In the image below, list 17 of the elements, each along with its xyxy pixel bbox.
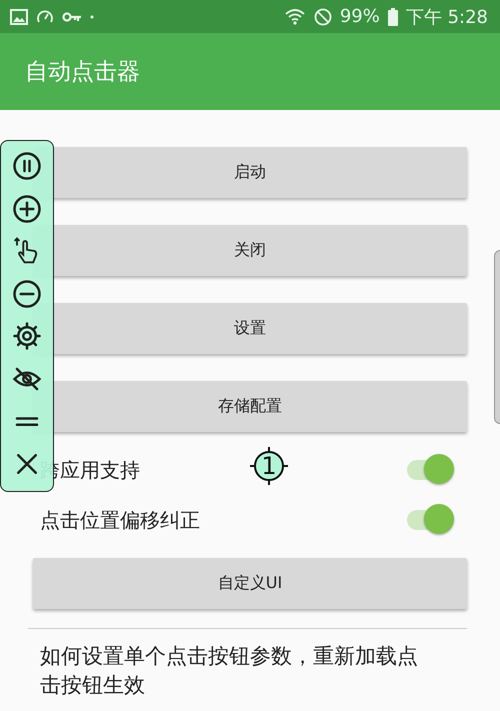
settings-icon[interactable]	[12, 321, 42, 352]
key-icon	[62, 10, 82, 22]
image-icon	[10, 8, 28, 24]
wifi-icon	[284, 8, 306, 26]
status-time: 下午 5:28	[406, 6, 488, 28]
app-title: 自动点击器	[25, 58, 140, 87]
switch-label: 点击位置偏移纠正	[40, 506, 200, 534]
gauge-icon	[36, 8, 54, 26]
blocked-icon	[314, 8, 332, 26]
pause-icon[interactable]	[12, 151, 42, 181]
custom-ui-button[interactable]: 自定义UI	[33, 558, 467, 609]
battery-percent: 99%	[340, 6, 380, 27]
add-icon[interactable]	[12, 194, 42, 224]
help-title: 如何设置单个点击按钮参数，重新加载点击按钮生效	[40, 643, 419, 699]
dot-icon	[90, 14, 94, 18]
battery-icon	[388, 8, 398, 26]
remove-icon[interactable]	[12, 278, 42, 309]
